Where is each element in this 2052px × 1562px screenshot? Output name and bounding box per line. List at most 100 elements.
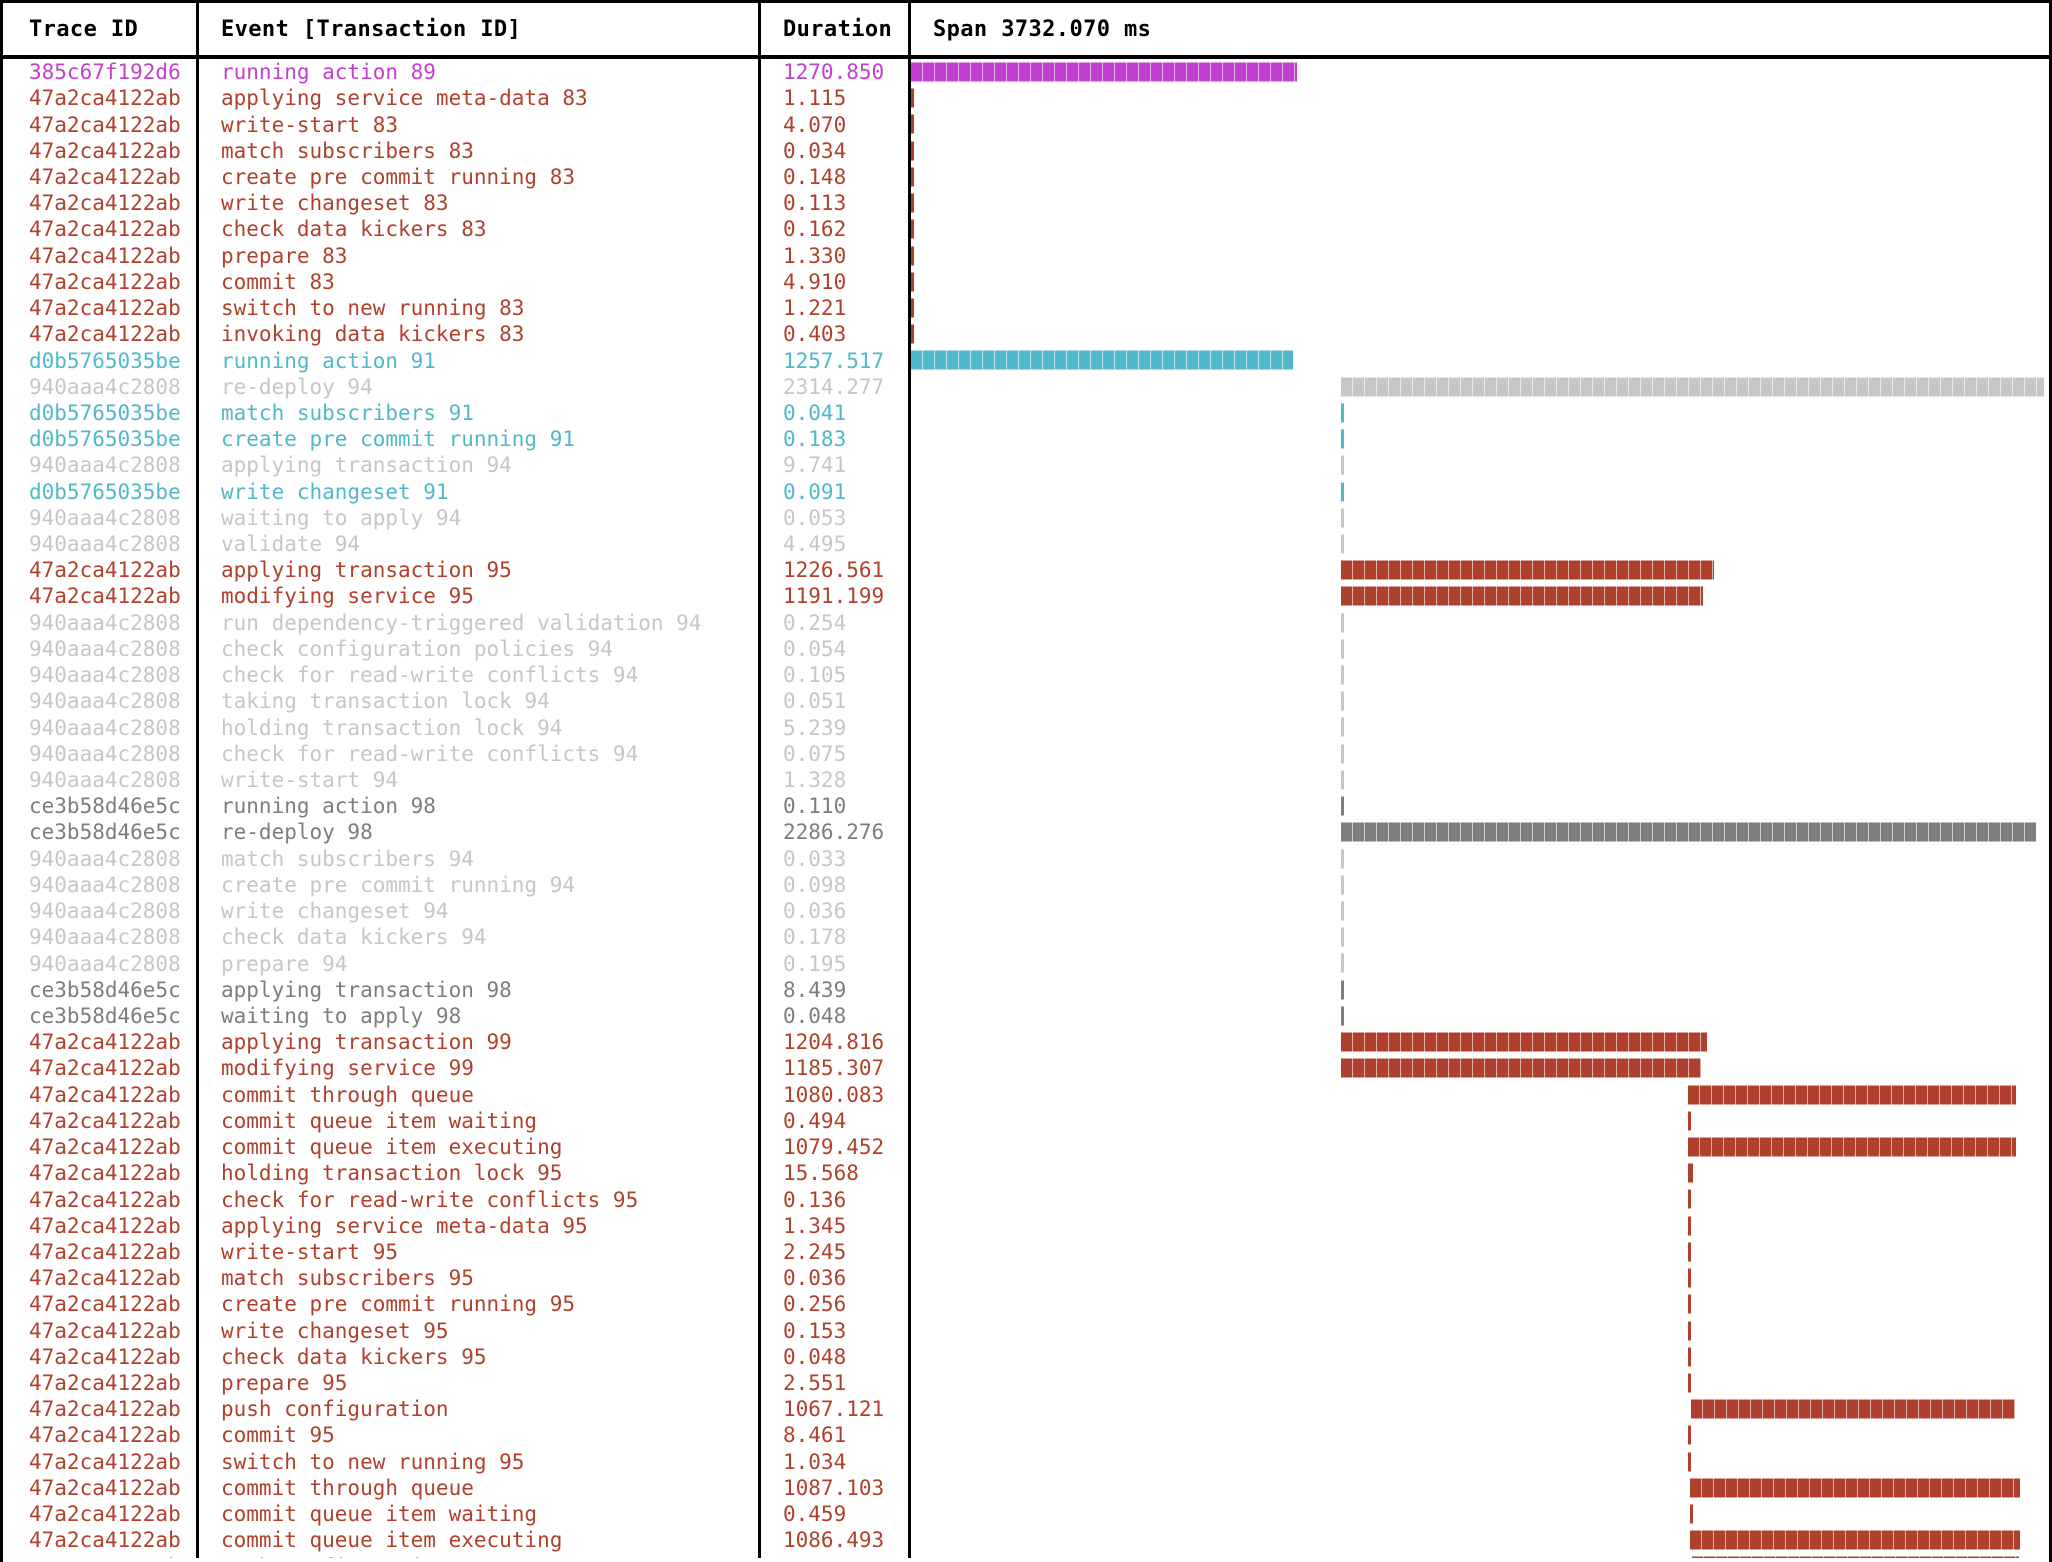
table-row[interactable]: 940aaa4c2808 check data kickers 94 0.178 (3, 924, 2049, 951)
span-bar[interactable] (1341, 560, 1714, 581)
span-bar[interactable] (1341, 533, 1345, 554)
span-bar[interactable] (1341, 1032, 1708, 1053)
span-bar[interactable] (1341, 586, 1704, 607)
span-bar[interactable] (1689, 1504, 1693, 1525)
span-bar[interactable] (1341, 848, 1345, 869)
table-row[interactable]: 47a2ca4122ab commit 83 4.910 (3, 268, 2049, 295)
table-row[interactable]: 47a2ca4122ab create pre commit running 95… (3, 1291, 2049, 1318)
span-bar[interactable] (1341, 953, 1345, 974)
table-row[interactable]: 47a2ca4122ab commit queue item waiting 0.4… (3, 1501, 2049, 1528)
span-bar[interactable] (1341, 1058, 1702, 1079)
table-row[interactable]: 940aaa4c2808 waiting to apply 94 0.053 (3, 504, 2049, 531)
table-row[interactable]: 47a2ca4122ab commit through queue 1087.103 (3, 1474, 2049, 1502)
span-bar[interactable] (1688, 1189, 1692, 1210)
span-bar[interactable] (911, 193, 914, 214)
table-row[interactable]: 47a2ca4122ab commit 95 8.461 (3, 1422, 2049, 1449)
span-bar[interactable] (911, 324, 914, 345)
table-row[interactable]: ce3b58d46e5c applying transaction 98 8.439 (3, 976, 2049, 1003)
table-row[interactable]: 47a2ca4122ab prepare 95 2.551 (3, 1369, 2049, 1397)
span-bar[interactable] (911, 88, 914, 109)
table-row[interactable]: 47a2ca4122ab write-start 83 4.070 (3, 111, 2049, 138)
span-bar[interactable] (1688, 1136, 2016, 1157)
table-row[interactable]: d0b5765035be running action 91 1257.517 (3, 347, 2049, 374)
table-row[interactable]: 47a2ca4122ab check data kickers 83 0.162 (3, 216, 2049, 243)
span-bar[interactable] (1688, 1163, 1693, 1184)
table-row[interactable]: d0b5765035be write changeset 91 0.091 (3, 478, 2049, 505)
span-bar[interactable] (911, 140, 914, 161)
table-row[interactable]: 940aaa4c2808 write-start 94 1.328 (3, 766, 2049, 794)
column-header-span[interactable]: Span 3732.070 ms (911, 3, 2049, 55)
span-bar[interactable] (1688, 1268, 1692, 1289)
span-bar[interactable] (1688, 1110, 1692, 1131)
table-row[interactable]: 940aaa4c2808 write changeset 94 0.036 (3, 898, 2049, 925)
span-bar[interactable] (1341, 796, 1345, 817)
span-bar[interactable] (911, 114, 914, 135)
span-bar[interactable] (911, 297, 914, 318)
span-bar[interactable] (1341, 822, 2036, 843)
table-row[interactable]: 47a2ca4122ab check for read-write conflic… (3, 1186, 2049, 1213)
span-bar[interactable] (1341, 979, 1345, 1000)
table-row[interactable]: 47a2ca4122ab write changeset 95 0.153 (3, 1317, 2049, 1344)
span-bar[interactable] (1341, 402, 1345, 423)
table-row[interactable]: 47a2ca4122ab applying service meta-data 8… (3, 85, 2049, 112)
table-row[interactable]: 47a2ca4122ab match subscribers 83 0.034 (3, 137, 2049, 164)
table-row[interactable]: 940aaa4c2808 run dependency-triggered val… (3, 609, 2049, 636)
table-row[interactable]: 940aaa4c2808 prepare 94 0.195 (3, 950, 2049, 977)
table-row[interactable]: ce3b58d46e5c running action 98 0.110 (3, 793, 2049, 820)
table-row[interactable]: 47a2ca4122ab prepare 83 1.330 (3, 242, 2049, 269)
span-bar[interactable] (1688, 1346, 1692, 1367)
span-bar[interactable] (1688, 1294, 1692, 1315)
span-bar[interactable] (1341, 901, 1345, 921)
span-bar[interactable] (911, 350, 1293, 371)
table-row[interactable]: 47a2ca4122abpush configuration1076.167 (3, 1553, 2049, 1558)
span-bar[interactable] (1341, 638, 1345, 659)
table-row[interactable]: 47a2ca4122ab check data kickers 95 0.048 (3, 1343, 2049, 1370)
table-row[interactable]: 47a2ca4122ab applying transaction 95 1226.… (3, 557, 2049, 584)
span-bar[interactable] (911, 219, 914, 240)
table-row[interactable]: 940aaa4c2808 taking transaction lock 94 0.… (3, 688, 2049, 715)
span-bar[interactable] (911, 62, 1297, 82)
table-row[interactable]: 940aaa4c2808 re-deploy 94 2314.277 (3, 373, 2049, 400)
span-bar[interactable] (1341, 874, 1345, 895)
table-row[interactable]: 47a2ca4122ab commit queue item executing 1… (3, 1527, 2049, 1554)
span-bar[interactable] (1341, 717, 1345, 738)
span-bar[interactable] (1341, 455, 1345, 476)
span-bar[interactable] (1688, 1241, 1692, 1262)
span-bar[interactable] (1341, 429, 1345, 450)
table-row[interactable]: 47a2ca4122ab invoking data kickers 83 0.40… (3, 321, 2049, 348)
span-bar[interactable] (1688, 1084, 2017, 1105)
span-bar[interactable] (911, 166, 914, 187)
span-bar[interactable] (1341, 691, 1345, 712)
table-row[interactable]: 47a2ca4122ab modifying service 99 1185.307 (3, 1055, 2049, 1082)
span-bar[interactable] (1689, 1530, 2020, 1551)
table-row[interactable]: 47a2ca4122ab create pre commit running 83… (3, 163, 2049, 191)
table-row[interactable]: 47a2ca4122ab holding transaction lock 95 1… (3, 1160, 2049, 1187)
span-bar[interactable] (1688, 1215, 1692, 1236)
span-bar[interactable] (1341, 612, 1345, 633)
column-header-event[interactable]: Event [Transaction ID] (199, 3, 761, 55)
table-row[interactable]: 47a2ca4122ab match subscribers 95 0.036 (3, 1265, 2049, 1292)
table-row[interactable]: d0b5765035be match subscribers 91 0.041 (3, 399, 2049, 427)
span-bar[interactable] (1341, 665, 1345, 686)
table-row[interactable]: d0b5765035be create pre commit running 91… (3, 426, 2049, 453)
table-row[interactable]: 940aaa4c2808 create pre commit running 94… (3, 871, 2049, 898)
table-row[interactable]: 47a2ca4122ab switch to new running 83 1.22… (3, 294, 2049, 322)
table-row[interactable]: 47a2ca4122ab commit queue item executing 1… (3, 1133, 2049, 1161)
table-row[interactable]: 940aaa4c2808 check for read-write conflic… (3, 740, 2049, 767)
table-row[interactable]: 940aaa4c2808 applying transaction 94 9.741 (3, 452, 2049, 479)
table-row[interactable]: 940aaa4c2808 check configuration policies… (3, 635, 2049, 663)
span-bar[interactable] (1689, 1477, 2020, 1498)
span-bar[interactable] (1341, 1005, 1345, 1026)
column-header-trace-id[interactable]: Trace ID (3, 3, 199, 55)
table-row[interactable]: 940aaa4c2808 check for read-write conflic… (3, 662, 2049, 689)
table-row[interactable]: 47a2ca4122ab switch to new running 95 1.03… (3, 1448, 2049, 1475)
table-row[interactable]: 47a2ca4122ab write changeset 83 0.113 (3, 190, 2049, 217)
span-bar[interactable] (1341, 927, 1345, 948)
table-row[interactable]: ce3b58d46e5c waiting to apply 98 0.048 (3, 1002, 2049, 1030)
span-bar[interactable] (911, 271, 914, 292)
table-row[interactable]: 47a2ca4122ab modifying service 95 1191.199 (3, 583, 2049, 610)
table-row[interactable]: 47a2ca4122ab commit through queue 1080.083 (3, 1081, 2049, 1108)
table-row[interactable]: 47a2ca4122ab commit queue item waiting 0.4… (3, 1107, 2049, 1134)
span-bar[interactable] (1341, 743, 1345, 764)
table-row[interactable]: 940aaa4c2808 match subscribers 94 0.033 (3, 845, 2049, 872)
